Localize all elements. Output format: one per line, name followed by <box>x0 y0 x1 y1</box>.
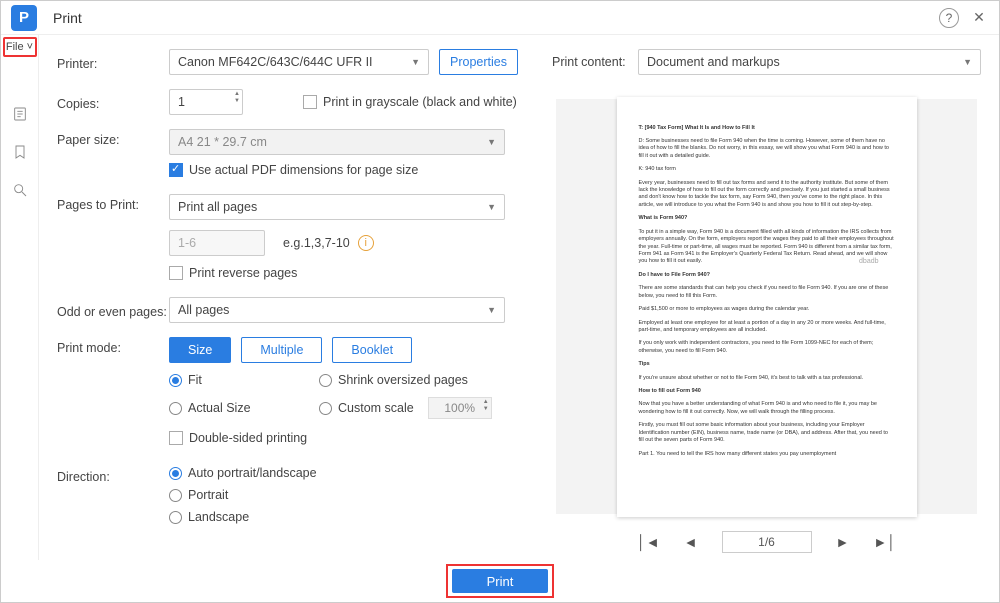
app-logo: P <box>11 5 37 31</box>
custom-scale-input: 100%▲▼ <box>428 397 492 419</box>
page-navigator: │◄ ◄ 1/6 ► ►│ <box>552 524 981 560</box>
custom-scale-radio[interactable]: Custom scale 100%▲▼ <box>319 397 519 419</box>
page-indicator[interactable]: 1/6 <box>722 531 812 553</box>
fit-radio[interactable]: Fit <box>169 373 319 387</box>
actual-size-radio[interactable]: Actual Size <box>169 397 319 419</box>
last-page-button[interactable]: ►│ <box>873 534 896 550</box>
title-bar: P Print ? ✕ <box>1 1 999 35</box>
properties-button[interactable]: Properties <box>439 49 518 75</box>
direction-portrait-radio[interactable]: Portrait <box>169 488 534 502</box>
double-sided-checkbox[interactable]: Double-sided printing <box>169 431 307 445</box>
paper-size-select[interactable]: A4 21 * 29.7 cm▼ <box>169 129 505 155</box>
watermark-text: dbadb <box>859 257 878 266</box>
settings-panel: Printer: Canon MF642C/643C/644C UFR II▼ … <box>57 49 552 560</box>
print-content-select[interactable]: Document and markups▼ <box>638 49 981 75</box>
pages-to-print-select[interactable]: Print all pages▼ <box>169 194 505 220</box>
reverse-pages-checkbox[interactable]: Print reverse pages <box>169 266 297 280</box>
search-icon[interactable] <box>11 181 29 199</box>
preview-page: dbadb T: [940 Tax Form] What It Is and H… <box>617 97 917 517</box>
thumbnails-icon[interactable] <box>11 105 29 123</box>
print-mode-label: Print mode: <box>57 337 169 355</box>
next-page-button[interactable]: ► <box>836 534 850 550</box>
left-sidebar: File ˅ <box>1 35 39 560</box>
window-title: Print <box>53 10 82 26</box>
pages-to-print-label: Pages to Print: <box>57 194 169 212</box>
first-page-button[interactable]: │◄ <box>637 534 660 550</box>
printer-select[interactable]: Canon MF642C/643C/644C UFR II▼ <box>169 49 429 75</box>
print-content-label: Print content: <box>552 55 638 69</box>
close-icon[interactable]: ✕ <box>969 8 989 28</box>
print-button[interactable]: Print <box>452 569 548 593</box>
copies-input[interactable]: 1 ▲▼ <box>169 89 243 115</box>
mode-booklet-button[interactable]: Booklet <box>332 337 412 363</box>
mode-multiple-button[interactable]: Multiple <box>241 337 322 363</box>
direction-auto-radio[interactable]: Auto portrait/landscape <box>169 466 534 480</box>
info-icon[interactable]: i <box>358 235 374 251</box>
page-range-input[interactable]: 1-6 <box>169 230 265 256</box>
use-pdf-dimensions-checkbox[interactable]: Use actual PDF dimensions for page size <box>169 163 418 177</box>
prev-page-button[interactable]: ◄ <box>684 534 698 550</box>
mode-size-button[interactable]: Size <box>169 337 231 363</box>
copies-label: Copies: <box>57 93 169 111</box>
bookmark-icon[interactable] <box>11 143 29 161</box>
printer-label: Printer: <box>57 53 169 71</box>
preview-area: dbadb T: [940 Tax Form] What It Is and H… <box>556 99 977 514</box>
preview-panel: Print content: Document and markups▼ dba… <box>552 49 981 560</box>
help-icon[interactable]: ? <box>939 8 959 28</box>
range-example-text: e.g.1,3,7-10 <box>283 236 350 250</box>
direction-label: Direction: <box>57 466 169 484</box>
dialog-footer: Print <box>1 560 999 602</box>
odd-even-label: Odd or even pages: <box>57 301 169 319</box>
direction-landscape-radio[interactable]: Landscape <box>169 510 534 524</box>
odd-even-select[interactable]: All pages▼ <box>169 297 505 323</box>
paper-size-label: Paper size: <box>57 129 169 147</box>
file-menu-button[interactable]: File ˅ <box>3 37 37 57</box>
grayscale-checkbox[interactable]: Print in grayscale (black and white) <box>303 95 517 109</box>
print-dialog: P Print ? ✕ File ˅ Printer: <box>0 0 1000 603</box>
shrink-radio[interactable]: Shrink oversized pages <box>319 373 519 387</box>
